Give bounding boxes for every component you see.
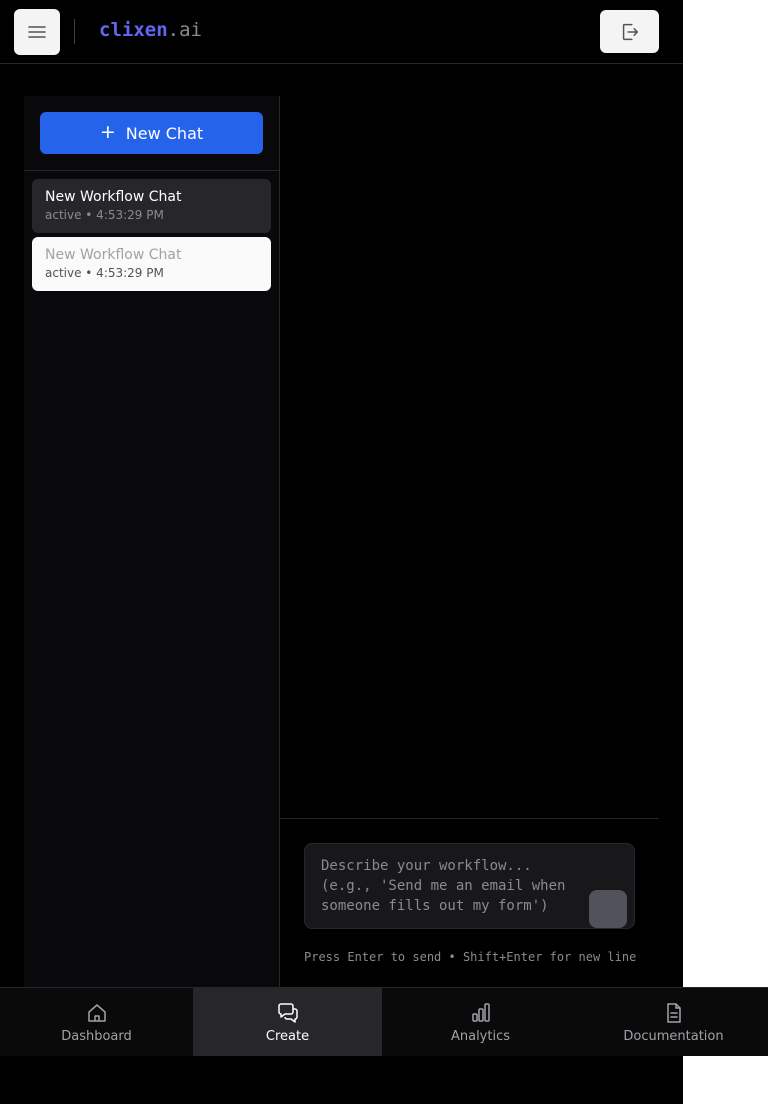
nav-documentation-label: Documentation: [623, 1029, 724, 1044]
sidebar-divider: [24, 170, 279, 171]
nav-dashboard-label: Dashboard: [61, 1029, 132, 1044]
bottom-navigation: Dashboard Create Analytics Documentation: [0, 987, 768, 1056]
nav-documentation[interactable]: Documentation: [579, 988, 768, 1056]
chat-meta: active • 4:53:29 PM: [45, 266, 164, 280]
brand-logo: clixen.ai: [99, 19, 202, 41]
chat-title: New Workflow Chat: [45, 247, 182, 263]
composer-divider: [280, 818, 659, 819]
bar-chart-icon: [471, 1003, 490, 1022]
nav-create[interactable]: Create: [193, 988, 382, 1056]
workflow-description-input[interactable]: [305, 844, 585, 928]
chat-title: New Workflow Chat: [45, 189, 182, 205]
new-chat-label: New Chat: [125, 123, 204, 143]
chat-list-item[interactable]: New Workflow Chat active • 4:53:29 PM: [32, 179, 271, 233]
brand-secondary: .ai: [167, 19, 202, 41]
top-header: clixen.ai: [0, 0, 683, 64]
app-window: clixen.ai + New Chat New Workflow Chat a…: [0, 0, 683, 1104]
send-button[interactable]: [589, 890, 627, 928]
hamburger-icon: [28, 26, 46, 38]
chat-meta: active • 4:53:29 PM: [45, 208, 164, 222]
chat-sidebar: + New Chat New Workflow Chat active • 4:…: [24, 96, 280, 988]
message-composer: [304, 843, 635, 929]
nav-analytics[interactable]: Analytics: [382, 988, 579, 1056]
chat-bubbles-icon: [277, 1003, 298, 1023]
plus-icon: +: [99, 121, 116, 143]
nav-create-label: Create: [265, 1029, 310, 1044]
menu-button[interactable]: [14, 9, 60, 55]
home-icon: [87, 1004, 106, 1022]
chat-list-item[interactable]: New Workflow Chat active • 4:53:29 PM: [32, 237, 271, 291]
nav-dashboard[interactable]: Dashboard: [0, 988, 193, 1056]
header-divider: [74, 19, 75, 44]
logout-icon: [622, 23, 638, 40]
document-icon: [666, 1003, 681, 1023]
new-chat-button[interactable]: + New Chat: [40, 112, 263, 154]
logout-button[interactable]: [600, 10, 659, 53]
nav-analytics-label: Analytics: [450, 1029, 511, 1044]
composer-hint: Press Enter to send • Shift+Enter for ne…: [304, 950, 637, 964]
brand-primary: clixen: [99, 19, 168, 41]
